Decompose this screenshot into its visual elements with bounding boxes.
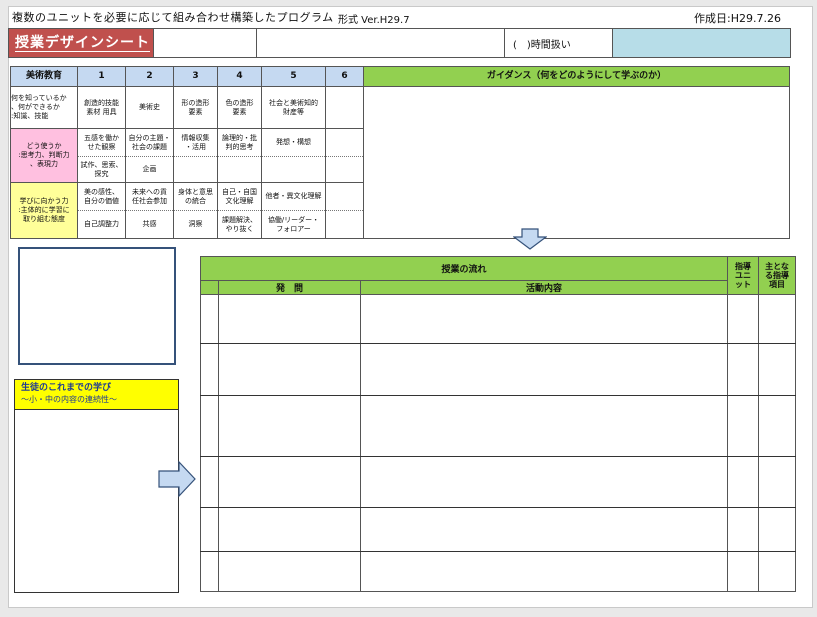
- col-header-3: 3: [173, 66, 218, 87]
- table-row-index[interactable]: [200, 294, 219, 344]
- image-placeholder-box[interactable]: [18, 247, 176, 365]
- created-date: 作成日:H29.7.26: [694, 12, 781, 25]
- activity-cell[interactable]: [360, 551, 728, 592]
- question-cell[interactable]: [218, 395, 361, 457]
- guidance-area[interactable]: [363, 86, 790, 239]
- prior-learning-box: 生徒のこれまでの学び 〜小・中の内容の連続性〜: [14, 379, 179, 593]
- row-label-knowledge: 何を知っているか 、何ができるか :知識、技能: [10, 86, 78, 129]
- points-cell[interactable]: [758, 395, 796, 457]
- unit-cell[interactable]: 自分の主題・ 社会の課題: [125, 128, 174, 157]
- unit-cell[interactable]: [727, 294, 759, 344]
- table-row-index[interactable]: [200, 395, 219, 457]
- question-header: 発 問: [218, 280, 361, 295]
- unit-cell[interactable]: [261, 156, 326, 183]
- prior-learning-header: 生徒のこれまでの学び 〜小・中の内容の連続性〜: [15, 380, 178, 410]
- activity-cell[interactable]: [360, 456, 728, 508]
- title-band: 授業デザインシート ( )時間扱い: [8, 28, 791, 58]
- unit-header: 指導 ユニ ット: [727, 256, 759, 295]
- subject-header: 美術教育: [10, 66, 78, 87]
- blank-field-2[interactable]: [257, 29, 505, 57]
- unit-cell[interactable]: 創造的技能 素材 用具: [77, 86, 126, 129]
- unit-cell[interactable]: 企画: [125, 156, 174, 183]
- unit-cell[interactable]: [173, 156, 218, 183]
- table-row-index[interactable]: [200, 343, 219, 396]
- unit-cell[interactable]: 洞察: [173, 210, 218, 239]
- row-label-attitude: 学びに向かう力 :主体的に学習に 取り組む態度: [10, 182, 78, 239]
- unit-cell[interactable]: [325, 128, 364, 157]
- activity-cell[interactable]: [360, 395, 728, 457]
- unit-cell[interactable]: 共感: [125, 210, 174, 239]
- activity-cell[interactable]: [360, 294, 728, 344]
- activity-cell[interactable]: [360, 507, 728, 552]
- activity-header: 活動内容: [360, 280, 728, 295]
- unit-cell[interactable]: 美の感性、 自分の価値: [77, 182, 126, 211]
- col-header-4: 4: [217, 66, 262, 87]
- unit-cell[interactable]: 試作、思索、 探究: [77, 156, 126, 183]
- question-cell[interactable]: [218, 551, 361, 592]
- unit-cell[interactable]: 自己調整力: [77, 210, 126, 239]
- points-header: 主とな る指導 項目: [758, 256, 796, 295]
- points-cell[interactable]: [758, 343, 796, 396]
- hours-field[interactable]: ( )時間扱い: [505, 29, 613, 57]
- unit-cell[interactable]: 他者・異文化理解: [261, 182, 326, 211]
- col-header-5: 5: [261, 66, 326, 87]
- unit-cell[interactable]: [727, 507, 759, 552]
- points-cell[interactable]: [758, 507, 796, 552]
- col-header-6: 6: [325, 66, 364, 87]
- activity-cell[interactable]: [360, 343, 728, 396]
- unit-cell[interactable]: 協働/リーダー・ フォロアー: [261, 210, 326, 239]
- table-row-index[interactable]: [200, 507, 219, 552]
- unit-cell[interactable]: 課題解決、 やり抜く: [217, 210, 262, 239]
- flow-index-header: [200, 280, 219, 295]
- question-cell[interactable]: [218, 294, 361, 344]
- prior-learning-title: 生徒のこれまでの学び: [21, 383, 112, 393]
- blue-field[interactable]: [613, 29, 790, 57]
- unit-cell[interactable]: [325, 156, 364, 183]
- points-cell[interactable]: [758, 551, 796, 592]
- unit-cell[interactable]: [325, 86, 364, 129]
- lesson-flow-table: 授業の流れ 指導 ユニ ット 主とな る指導 項目 発 問 活動内容: [200, 256, 796, 592]
- unit-cell[interactable]: 色の造形 要素: [217, 86, 262, 129]
- question-cell[interactable]: [218, 456, 361, 508]
- unit-cell[interactable]: 五感を働か せた観察: [77, 128, 126, 157]
- unit-cell[interactable]: 未来への貢 任社会参加: [125, 182, 174, 211]
- prior-learning-subtitle: 〜小・中の内容の連続性〜: [21, 395, 117, 404]
- unit-cell[interactable]: [727, 395, 759, 457]
- unit-cell[interactable]: 自己・自国 文化理解: [217, 182, 262, 211]
- unit-cell[interactable]: [727, 343, 759, 396]
- flow-title: 授業の流れ: [200, 256, 728, 281]
- table-row-index[interactable]: [200, 456, 219, 508]
- unit-cell[interactable]: 形の造形 要素: [173, 86, 218, 129]
- unit-cell[interactable]: 身体と意思 の統合: [173, 182, 218, 211]
- unit-cell[interactable]: 情報収集 ・活用: [173, 128, 218, 157]
- sheet-title-cell: 授業デザインシート: [9, 29, 154, 57]
- unit-cell[interactable]: [217, 156, 262, 183]
- points-cell[interactable]: [758, 456, 796, 508]
- question-cell[interactable]: [218, 507, 361, 552]
- unit-cell[interactable]: 美術史: [125, 86, 174, 129]
- unit-cell[interactable]: 社会と美術知的 財産等: [261, 86, 326, 129]
- unit-grid: 美術教育 1 2 3 4 5 6 ガイダンス（何をどのようにして学ぶのか） 何を…: [10, 66, 790, 239]
- unit-cell[interactable]: [325, 182, 364, 211]
- prior-learning-body[interactable]: [15, 410, 178, 592]
- unit-cell[interactable]: [727, 551, 759, 592]
- unit-cell[interactable]: [727, 456, 759, 508]
- unit-cell[interactable]: 論理的・批 判的思考: [217, 128, 262, 157]
- question-cell[interactable]: [218, 343, 361, 396]
- arrow-right-icon: [158, 461, 196, 497]
- points-cell[interactable]: [758, 294, 796, 344]
- table-row-index[interactable]: [200, 551, 219, 592]
- blank-field-1[interactable]: [154, 29, 257, 57]
- unit-cell[interactable]: [325, 210, 364, 239]
- col-header-2: 2: [125, 66, 174, 87]
- row-label-thinking: どう使うか :思考力、判断力 、表現力: [10, 128, 78, 183]
- unit-cell[interactable]: 発想・構想: [261, 128, 326, 157]
- program-title: 複数のユニットを必要に応じて組み合わせ構築したプログラム: [12, 11, 334, 24]
- arrow-down-icon: [513, 228, 547, 250]
- version-label: 形式 Ver.H29.7: [338, 15, 410, 26]
- col-header-1: 1: [77, 66, 126, 87]
- guidance-header: ガイダンス（何をどのようにして学ぶのか）: [363, 66, 790, 87]
- sheet-title: 授業デザインシート: [15, 34, 150, 52]
